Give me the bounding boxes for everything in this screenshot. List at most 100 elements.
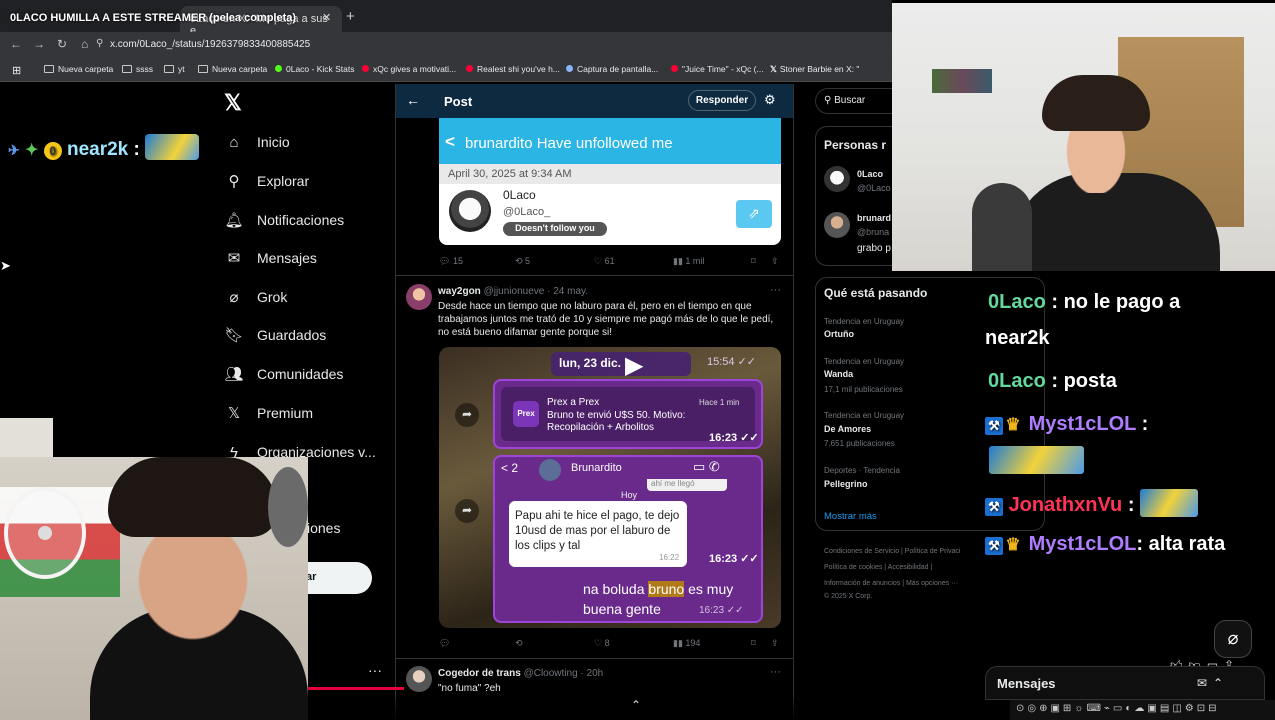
bookmark-item[interactable]: Nueva carpeta — [44, 64, 113, 74]
repost-action[interactable]: ⟲ — [515, 638, 523, 649]
trend-item[interactable]: Wanda — [824, 369, 853, 379]
bookmark-item[interactable]: yt — [164, 64, 185, 74]
person-name[interactable]: 0Laco — [857, 169, 883, 179]
more-options-icon[interactable]: ··· — [770, 666, 781, 678]
back-nav-icon[interactable]: ← — [10, 37, 22, 51]
youtube-icon — [671, 65, 678, 72]
trend-label: Deportes · Tendencia — [824, 466, 900, 475]
folder-icon — [44, 65, 54, 73]
apps-grid-icon[interactable]: ⊞ — [12, 64, 21, 77]
video-progress-bar[interactable] — [308, 687, 404, 690]
x-icon: 𝕏 — [227, 405, 241, 422]
forward-icon: ➦ — [455, 499, 479, 523]
trend-item[interactable]: Ortuño — [824, 329, 854, 339]
trend-item[interactable]: De Amores — [824, 424, 871, 434]
views-action[interactable]: ▮▮ 194 — [673, 638, 700, 649]
sword-badge-icon: ⚒ — [985, 537, 1003, 555]
divider — [396, 275, 793, 276]
reload-icon[interactable]: ↻ — [57, 37, 67, 51]
bookmark-item[interactable]: Realest shi you've h... — [466, 64, 560, 74]
bookmark-item[interactable]: ssss — [122, 64, 153, 74]
streamer-hair — [1042, 75, 1150, 131]
trend-item[interactable]: Pellegrino — [824, 479, 868, 489]
sidebar-item-guardados[interactable]: 🔖︎ Guardados — [224, 323, 326, 347]
trend-label: Tendencia en Uruguay — [824, 357, 905, 366]
like-action[interactable]: ♡ 8 — [594, 638, 610, 649]
sidebar-item-grok[interactable]: ⌀ Grok — [225, 285, 287, 309]
post-button[interactable]: ar — [302, 562, 372, 594]
x-logo-icon[interactable]: 𝕏 — [224, 90, 242, 116]
sidebar-item-comunidades[interactable]: 👥︎ Comunidades — [224, 362, 343, 386]
bookmark-item[interactable]: 0Laco - Kick Stats — [275, 64, 355, 74]
streamer-hair — [108, 457, 278, 537]
embedded-screenshot-card[interactable]: < brunardito Have unfollowed me April 30… — [439, 118, 781, 245]
views-action[interactable]: ▮▮ 1 mil — [673, 256, 704, 267]
person-handle: @0Laco — [857, 183, 891, 193]
sidebar-item-inicio[interactable]: ⌂ Inicio — [225, 130, 289, 154]
shelf-items — [932, 69, 992, 93]
bookmark-action-icon[interactable]: ⌑ — [751, 638, 756, 649]
share-action-icon[interactable]: ⇪ — [771, 638, 779, 649]
prex-message-bubble: Prex Prex a Prex Hace 1 min Bruno te env… — [493, 379, 763, 449]
person-name[interactable]: brunard — [857, 213, 891, 223]
video-title: 0LACO HUMILLA A ESTE STREAMER (pelea com… — [10, 12, 297, 24]
avatar[interactable] — [824, 212, 850, 238]
tab-close-icon[interactable]: ✕ — [322, 11, 331, 24]
forward-nav-icon[interactable]: → — [33, 37, 45, 51]
like-action[interactable]: ♡ 61 — [594, 256, 615, 267]
avatar[interactable] — [406, 284, 432, 310]
system-tray: ⊙◎⊕▣⊞☼⌨⌁▭◐☁▣▤◫⚙⊡⊟ — [1010, 700, 1275, 720]
settings-icon[interactable]: ⚙ — [764, 92, 776, 108]
webcam-bottom-left — [0, 457, 308, 720]
more-options-icon[interactable]: ··· — [770, 284, 781, 296]
footer-links[interactable]: Condiciones de Servicio | Política de Pr… — [824, 548, 960, 555]
chevron-up-icon[interactable]: ⌃ — [631, 698, 641, 712]
share-action-icon[interactable]: ⇪ — [771, 256, 779, 267]
reply-image[interactable]: lun, 23 dic. ▶ 15:54 ✓✓ ➦ Prex Prex a Pr… — [439, 347, 781, 628]
avatar[interactable] — [406, 666, 432, 692]
chat-username: near2k — [66, 139, 129, 160]
sidebar-item-premium[interactable]: 𝕏 Premium — [225, 401, 313, 425]
chat-message: 0Laco : no le pago a — [988, 291, 1181, 313]
chair — [972, 183, 1032, 271]
prex-title: Prex a Prex — [547, 397, 600, 408]
footer-links[interactable]: Información de anuncios | Más opciones ·… — [824, 580, 958, 587]
search-input[interactable]: ⚲ Buscar — [815, 88, 895, 114]
chat-day-label: Hoy — [621, 490, 638, 500]
site-info-icon[interactable]: ⚲ — [96, 38, 103, 49]
url-bar[interactable]: x.com/0Laco_/status/1926379833400885425 — [110, 36, 880, 54]
bookmark-item[interactable]: 𝕏 Stoner Barbie en X: " — [770, 64, 859, 75]
sidebar-item-explorar[interactable]: ⚲ Explorar — [225, 169, 310, 193]
tweet-meta: Cogedor de trans @Cloowting · 20h — [438, 668, 604, 679]
reply-button[interactable]: Responder — [688, 90, 756, 111]
footer-links[interactable]: Política de cookies | Accesibilidad | — [824, 564, 932, 571]
back-arrow-icon[interactable]: ← — [406, 92, 420, 108]
new-tab-icon[interactable]: + — [346, 8, 355, 25]
communities-icon: 👥︎ — [224, 366, 244, 383]
sidebar-item-notificaciones[interactable]: 🔔︎ Notificaciones — [224, 208, 344, 232]
bookmark-action-icon[interactable]: ⌑ — [751, 256, 756, 267]
video-controls-bar — [308, 698, 1008, 720]
reply-action[interactable]: 💬︎ 15 — [439, 256, 463, 267]
play-icon[interactable]: ▶ — [625, 351, 643, 380]
bookmark-icon: 🔖︎ — [224, 327, 244, 344]
bookmark-item[interactable]: xQc gives a motivati... — [362, 64, 456, 74]
repost-action[interactable]: ⟲ 5 — [515, 256, 530, 267]
bookmark-item[interactable]: Captura de pantalla... — [566, 64, 658, 74]
bookmark-item[interactable]: "Juice Time" - xQc (... — [671, 64, 764, 74]
chat-date-chip: lun, 23 dic. — [551, 352, 691, 376]
show-more-link[interactable]: Mostrar más — [824, 511, 877, 522]
reply-action-icon[interactable]: 💬︎ — [439, 638, 450, 649]
drawer-expand-icon[interactable]: ✉⌃ — [1197, 676, 1229, 690]
prex-message: Bruno te envió U$S 50. Motivo: Recopilac… — [547, 410, 686, 433]
bookmark-item[interactable]: Nueva carpeta — [198, 64, 267, 74]
message-time: 16:22 — [659, 553, 680, 562]
sidebar-item-mensajes[interactable]: ✉ Mensajes — [225, 246, 317, 270]
grok-button-icon[interactable]: ⌀ — [1214, 620, 1252, 658]
x-icon: 𝕏 — [770, 64, 777, 74]
avatar[interactable] — [824, 166, 850, 192]
home-nav-icon[interactable]: ⌂ — [81, 37, 88, 51]
account-more-icon[interactable]: ··· — [368, 662, 382, 678]
sidebar-item-partial[interactable]: iones — [307, 520, 340, 536]
prex-logo-icon: Prex — [513, 401, 539, 427]
